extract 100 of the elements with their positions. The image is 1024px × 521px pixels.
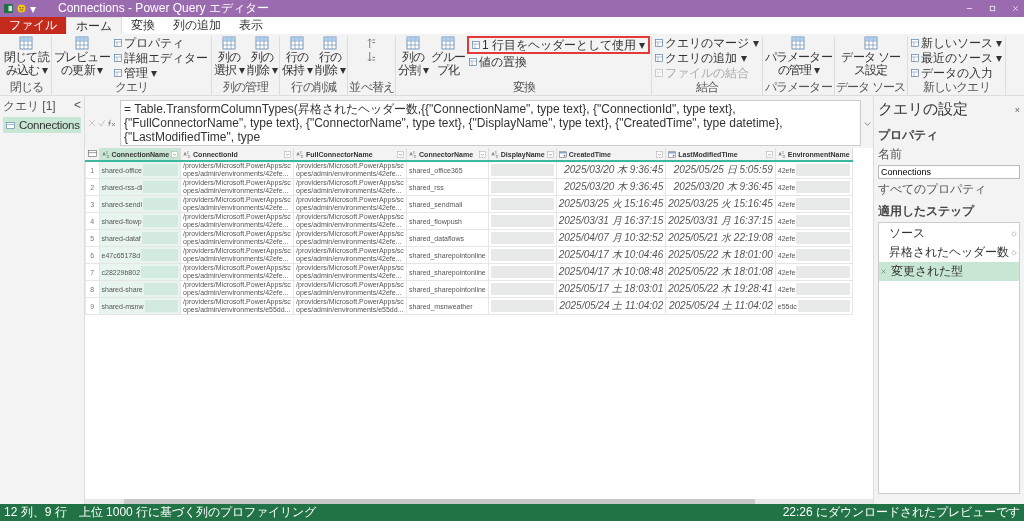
- group-label: 結合: [695, 80, 719, 95]
- table-icon[interactable]: [221, 36, 236, 50]
- table-icon[interactable]: [290, 36, 305, 50]
- sort-ascending-icon[interactable]: [367, 38, 377, 49]
- close-button[interactable]: ×: [1014, 104, 1020, 115]
- close-icon[interactable]: [1011, 4, 1020, 13]
- step-item[interactable]: ソース: [879, 224, 1019, 243]
- ribbon-button-label[interactable]: プレビュー: [53, 51, 110, 64]
- ribbon-button-label[interactable]: データ ソー: [841, 51, 900, 64]
- table-menu-icon[interactable]: [87, 150, 97, 157]
- formula-buttons-icon[interactable]: [87, 118, 117, 128]
- table-cell: 2025/05/21 水 22:19:08: [668, 231, 773, 245]
- group-label: データ ソース: [835, 80, 906, 95]
- ribbon-button[interactable]: プロパティ: [111, 36, 210, 50]
- section-heading[interactable]: 適用したステップ: [878, 203, 1020, 220]
- formula-field[interactable]: = Table.TransformColumnTypes(昇格されたヘッダー数,{{"ConnectionName", type text}, {"ConnectionId", type text}, {"FullConnectorName", type text}, {"ConnectorName", type text}, {"DisplayName", type text}, {"CreatedTime", type datetime}, {"LastModifiedTime", type: [120, 100, 861, 146]
- ribbon-tab[interactable]: 変換: [122, 17, 164, 34]
- sheet-icon: [910, 39, 919, 47]
- ribbon-button-label[interactable]: 削除 ▾: [246, 64, 278, 77]
- ribbon-button-label[interactable]: 行の: [285, 51, 309, 64]
- collapse-button[interactable]: <: [74, 98, 81, 115]
- group-label: 行の削減: [291, 80, 337, 95]
- table-icon[interactable]: [74, 36, 89, 50]
- table-cell: 2025/03/25 火 15:16:45: [558, 197, 664, 211]
- group-label: 並べ替え: [349, 80, 395, 95]
- ribbon-button-label[interactable]: 保持 ▾: [282, 64, 313, 77]
- quick-access-dropdown[interactable]: ▾: [30, 1, 36, 16]
- group-label: 列の管理: [223, 80, 268, 95]
- group-label: 変換: [512, 80, 535, 95]
- ribbon-button[interactable]: 管理 ▾: [111, 66, 210, 80]
- ribbon-button-label[interactable]: 分割 ▾: [398, 64, 429, 77]
- sheet-icon: [468, 58, 477, 66]
- step-item[interactable]: 変更された型: [879, 262, 1019, 281]
- group-label: 新しいクエリ: [922, 80, 990, 95]
- ribbon-button[interactable]: 最近のソース ▾: [908, 51, 1004, 65]
- horizontal-scrollbar[interactable]: [85, 499, 873, 504]
- step-item[interactable]: 昇格されたヘッダー数: [879, 243, 1019, 262]
- field-label: 名前: [878, 146, 903, 163]
- smiley-icon[interactable]: [17, 4, 26, 13]
- filter-dropdown-icon[interactable]: [656, 150, 664, 158]
- filter-dropdown-icon[interactable]: [397, 150, 405, 158]
- status-text: 22:26 にダウンロードされたプレビューです: [782, 504, 1020, 521]
- sheet-icon: [471, 41, 480, 49]
- ribbon-button-label[interactable]: グルー: [431, 51, 465, 64]
- gear-icon[interactable]: [1011, 230, 1017, 237]
- table-icon[interactable]: [791, 36, 806, 50]
- chevron-down-icon[interactable]: [864, 119, 871, 127]
- filter-dropdown-icon[interactable]: [765, 150, 773, 158]
- sort-descending-icon[interactable]: [367, 51, 377, 62]
- filter-dropdown-icon[interactable]: [546, 150, 554, 158]
- sheet-icon: [910, 69, 919, 77]
- ribbon-button-label[interactable]: 閉じて読: [4, 51, 49, 64]
- table-icon[interactable]: [441, 36, 456, 50]
- ribbon-button-label[interactable]: の更新 ▾: [61, 64, 103, 77]
- ribbon-button[interactable]: 1 行目をヘッダーとして使用 ▾: [466, 36, 651, 54]
- table-icon[interactable]: [255, 36, 270, 50]
- filter-dropdown-icon[interactable]: [284, 150, 292, 158]
- ribbon-button-label[interactable]: の管理 ▾: [777, 64, 819, 77]
- table-icon[interactable]: [19, 36, 34, 50]
- ribbon-button-label[interactable]: 削除 ▾: [315, 64, 346, 77]
- table-icon[interactable]: [406, 36, 421, 50]
- name-field[interactable]: Connections: [878, 165, 1020, 179]
- table-icon[interactable]: [323, 36, 338, 50]
- sheet-icon: [655, 69, 664, 77]
- ribbon-button-label[interactable]: プ化: [436, 64, 460, 77]
- filter-dropdown-icon[interactable]: [171, 150, 179, 158]
- query-item[interactable]: Connections: [3, 117, 81, 133]
- ribbon-button[interactable]: 詳細エディター: [111, 51, 210, 65]
- status-text[interactable]: 上位 1000 行に基づく列のプロファイリング: [78, 504, 317, 521]
- all-properties-link[interactable]: すべてのプロパティ: [878, 181, 1020, 198]
- ribbon-tab[interactable]: 表示: [230, 17, 272, 34]
- ribbon-button[interactable]: 値の置換: [466, 55, 651, 69]
- ribbon-button[interactable]: 新しいソース ▾: [908, 36, 1004, 50]
- ribbon-button[interactable]: クエリのマージ ▾: [653, 36, 761, 50]
- group-label: クエリ: [114, 80, 149, 95]
- table-cell: 2025/03/25 火 15:16:45: [668, 197, 773, 211]
- ribbon-button-label[interactable]: み込む ▾: [5, 64, 48, 77]
- ribbon-button-label[interactable]: 列の: [402, 51, 425, 64]
- file-tab[interactable]: ファイル: [0, 17, 66, 34]
- table-cell: 2025/04/07 月 10:32:52: [558, 231, 664, 245]
- ribbon-button-label[interactable]: 列の: [250, 51, 274, 64]
- table-icon[interactable]: [863, 36, 878, 50]
- ribbon-button[interactable]: クエリの追加 ▾: [653, 51, 761, 65]
- ribbon-button-label[interactable]: 行の: [319, 51, 342, 64]
- ribbon-tab[interactable]: 列の追加: [164, 17, 230, 34]
- ribbon-button-label[interactable]: 選択 ▾: [213, 64, 244, 77]
- section-heading[interactable]: プロパティ: [878, 127, 1020, 144]
- delete-icon[interactable]: [881, 269, 886, 274]
- table-icon: [6, 121, 15, 129]
- ribbon-button-label[interactable]: ス設定: [853, 64, 888, 77]
- ribbon-button[interactable]: データの入力: [908, 66, 1004, 80]
- table-cell: 2025/03/20 木 9:36:45: [673, 180, 773, 194]
- spreadsheet-icon[interactable]: [4, 4, 13, 13]
- ribbon-button-label[interactable]: 列の: [217, 51, 241, 64]
- group-label: 閉じる: [9, 80, 44, 95]
- ribbon-button-label[interactable]: パラメーター: [764, 51, 832, 64]
- gear-icon[interactable]: [1011, 249, 1017, 256]
- filter-dropdown-icon[interactable]: [478, 150, 486, 158]
- maximize-icon[interactable]: [988, 4, 997, 13]
- ribbon-tab[interactable]: ホーム: [66, 17, 122, 34]
